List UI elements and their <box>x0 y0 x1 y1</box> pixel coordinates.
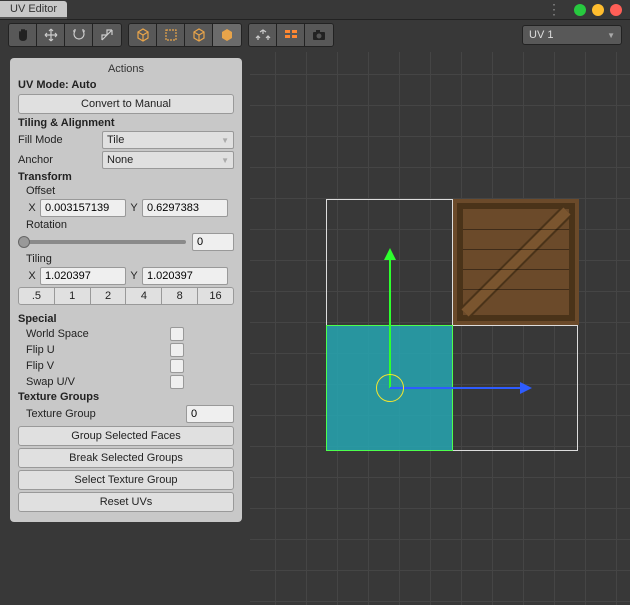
rotate-tool[interactable] <box>65 24 93 46</box>
uv-channel-label: UV 1 <box>529 29 553 41</box>
convert-to-manual-button[interactable]: Convert to Manual <box>18 94 234 114</box>
preset-4[interactable]: 4 <box>126 287 162 305</box>
texture-group-label: Texture Group <box>26 408 96 420</box>
preset-8[interactable]: 8 <box>162 287 198 305</box>
maximize-dot[interactable] <box>592 4 604 16</box>
chevron-down-icon: ▼ <box>221 136 229 145</box>
special-header: Special <box>10 312 242 326</box>
uv-mode-label: UV Mode: Auto <box>10 78 242 92</box>
gizmo-y-arrow-icon <box>384 248 396 260</box>
gizmo-x-arrow-icon <box>520 382 532 394</box>
cube-face-tool[interactable] <box>185 24 213 46</box>
x-label: X <box>26 202 38 214</box>
cube-select-tool[interactable] <box>213 24 241 46</box>
tiling-presets: .5 1 2 4 8 16 <box>10 286 242 306</box>
world-space-checkbox[interactable] <box>170 327 184 341</box>
tiling-label: Tiling <box>10 252 242 266</box>
flip-u-checkbox[interactable] <box>170 343 184 357</box>
break-selected-groups-button[interactable]: Break Selected Groups <box>18 448 234 468</box>
transform-header: Transform <box>10 170 242 184</box>
flip-v-label: Flip V <box>26 360 54 372</box>
reset-uvs-button[interactable]: Reset UVs <box>18 492 234 512</box>
window-tab[interactable]: UV Editor <box>0 1 67 19</box>
tiling-x-input[interactable] <box>40 267 126 285</box>
scale-tool[interactable] <box>93 24 121 46</box>
y-label: Y <box>128 270 140 282</box>
select-texture-group-button[interactable]: Select Texture Group <box>18 470 234 490</box>
chevron-down-icon: ▼ <box>221 156 229 165</box>
cube-edge-tool[interactable] <box>157 24 185 46</box>
world-space-label: World Space <box>26 328 89 340</box>
cube-vertex-tool[interactable] <box>129 24 157 46</box>
uv-channel-dropdown[interactable]: UV 1 ▼ <box>522 25 622 45</box>
panel-title: Actions <box>10 60 242 78</box>
preset-0.5[interactable]: .5 <box>18 287 55 305</box>
offset-y-input[interactable] <box>142 199 228 217</box>
fill-mode-label: Fill Mode <box>18 134 98 146</box>
fill-mode-select[interactable]: Tile ▼ <box>102 131 234 149</box>
actions-panel: Actions UV Mode: Auto Convert to Manual … <box>10 58 242 522</box>
crate-texture-face[interactable] <box>453 199 579 325</box>
gizmo-center-circle[interactable] <box>376 374 404 402</box>
chevron-down-icon: ▼ <box>607 31 615 40</box>
camera-tool[interactable] <box>305 24 333 46</box>
toolbar: UV 1 ▼ <box>0 20 630 50</box>
hand-tool[interactable] <box>9 24 37 46</box>
preset-1[interactable]: 1 <box>55 287 91 305</box>
preset-16[interactable]: 16 <box>198 287 234 305</box>
rotation-label: Rotation <box>10 218 242 232</box>
preset-2[interactable]: 2 <box>91 287 127 305</box>
action-tools <box>248 23 334 47</box>
move-tool[interactable] <box>37 24 65 46</box>
group-selected-faces-button[interactable]: Group Selected Faces <box>18 426 234 446</box>
uv-viewport[interactable] <box>250 52 630 605</box>
texture-groups-header: Texture Groups <box>10 390 242 404</box>
tiling-alignment-header: Tiling & Alignment <box>10 116 242 130</box>
title-bar: UV Editor ⋮ <box>0 0 630 20</box>
rotation-value-input[interactable] <box>192 233 234 251</box>
x-label: X <box>26 270 38 282</box>
flip-v-checkbox[interactable] <box>170 359 184 373</box>
swap-uv-checkbox[interactable] <box>170 375 184 389</box>
distribute-tool[interactable] <box>249 24 277 46</box>
window-controls: ⋮ <box>547 1 622 18</box>
flip-u-label: Flip U <box>26 344 55 356</box>
slider-thumb[interactable] <box>18 236 30 248</box>
gizmo-y-axis[interactable] <box>389 254 391 388</box>
tiling-y-input[interactable] <box>142 267 228 285</box>
crate-diagonal <box>453 199 579 325</box>
anchor-select[interactable]: None ▼ <box>102 151 234 169</box>
manipulation-tools <box>8 23 122 47</box>
close-dot[interactable] <box>610 4 622 16</box>
selection-tools <box>128 23 242 47</box>
offset-label: Offset <box>10 184 242 198</box>
swap-uv-label: Swap U/V <box>26 376 75 388</box>
minimize-dot[interactable] <box>574 4 586 16</box>
rotation-slider[interactable] <box>18 240 186 244</box>
texture-group-input[interactable] <box>186 405 234 423</box>
kebab-menu-icon[interactable]: ⋮ <box>547 1 560 18</box>
brick-layout-tool[interactable] <box>277 24 305 46</box>
y-label: Y <box>128 202 140 214</box>
offset-x-input[interactable] <box>40 199 126 217</box>
gizmo-x-axis[interactable] <box>390 387 524 389</box>
anchor-label: Anchor <box>18 154 98 166</box>
